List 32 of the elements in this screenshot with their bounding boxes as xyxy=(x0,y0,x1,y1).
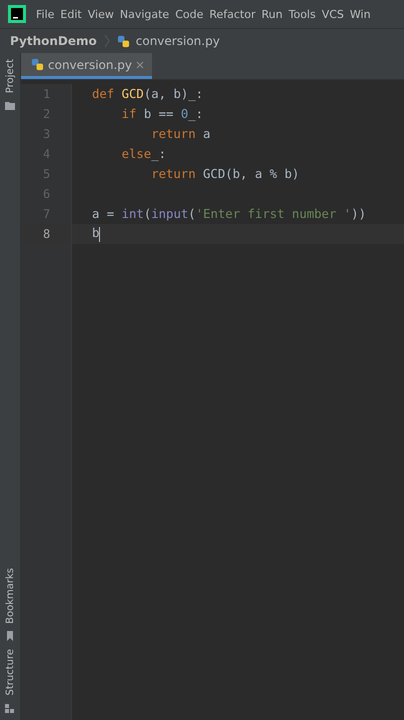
tool-window-button[interactable]: Structure xyxy=(4,649,16,696)
bookmark-icon[interactable] xyxy=(5,631,15,642)
menu-item[interactable]: Win xyxy=(350,8,371,20)
menu-item[interactable]: VCS xyxy=(322,8,344,20)
menu-item[interactable]: Tools xyxy=(288,8,316,20)
python-file-icon xyxy=(31,58,44,71)
menu-item[interactable]: Navigate xyxy=(120,8,170,20)
chevron-icon xyxy=(102,34,111,48)
breadcrumb-file[interactable]: conversion.py xyxy=(136,34,220,48)
menu-item[interactable]: Refactor xyxy=(209,8,256,20)
folder-icon[interactable] xyxy=(5,101,15,112)
structure-icon[interactable] xyxy=(5,704,15,714)
menu-item[interactable]: Code xyxy=(175,8,204,20)
python-file-icon xyxy=(116,34,130,48)
code-line: else_: xyxy=(120,147,166,161)
text-caret xyxy=(99,226,100,242)
code-line: a = int(input('Enter first number ')) xyxy=(91,207,366,221)
editor-tab[interactable]: conversion.py xyxy=(21,53,152,79)
app-logo-icon[interactable] xyxy=(8,5,26,23)
code-line: return a xyxy=(150,127,210,141)
code-line: def GCD(a, b)_: xyxy=(91,87,204,101)
menu-item[interactable]: Edit xyxy=(60,8,82,20)
project-tool-button[interactable]: Project xyxy=(4,59,16,94)
breadcrumb-project[interactable]: PythonDemo xyxy=(10,34,97,48)
code-line: if b == 0_: xyxy=(120,107,204,121)
tool-window-button[interactable]: Bookmarks xyxy=(4,568,16,624)
code-line: return GCD(b, a % b) xyxy=(150,167,300,181)
menu-item[interactable]: View xyxy=(88,8,114,20)
close-icon[interactable] xyxy=(136,60,144,68)
code-line: b xyxy=(91,226,100,242)
menu-item[interactable]: File xyxy=(36,8,54,20)
menu-item[interactable]: Run xyxy=(262,8,283,20)
